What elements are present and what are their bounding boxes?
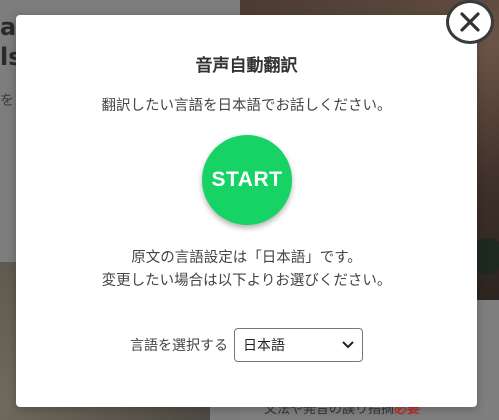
language-select-value: 日本語 (243, 338, 285, 354)
language-select-label: 言語を選択する (130, 338, 228, 354)
language-select-row: 言語を選択する 日本語 (16, 328, 477, 362)
language-info: 原文の言語設定は「日本語」です。 変更したい場合は以下よりお選びください。 (16, 247, 477, 293)
modal-title: 音声自動翻訳 (195, 56, 298, 76)
chevron-down-icon (342, 339, 354, 352)
close-button[interactable] (446, 0, 494, 44)
translation-modal: 音声自動翻訳 翻訳したい言語を日本語でお話しください。 START 原文の言語設… (16, 15, 477, 407)
language-info-line-1: 原文の言語設定は「日本語」です。 (131, 250, 362, 266)
start-button[interactable]: START (202, 135, 292, 225)
language-select[interactable]: 日本語 (234, 328, 363, 362)
language-info-line-2: 変更したい場合は以下よりお選びください。 (101, 273, 392, 289)
modal-instruction: 翻訳したい言語を日本語でお話しください。 (101, 98, 392, 114)
close-icon (458, 10, 482, 34)
background-snippet: を (0, 93, 14, 109)
